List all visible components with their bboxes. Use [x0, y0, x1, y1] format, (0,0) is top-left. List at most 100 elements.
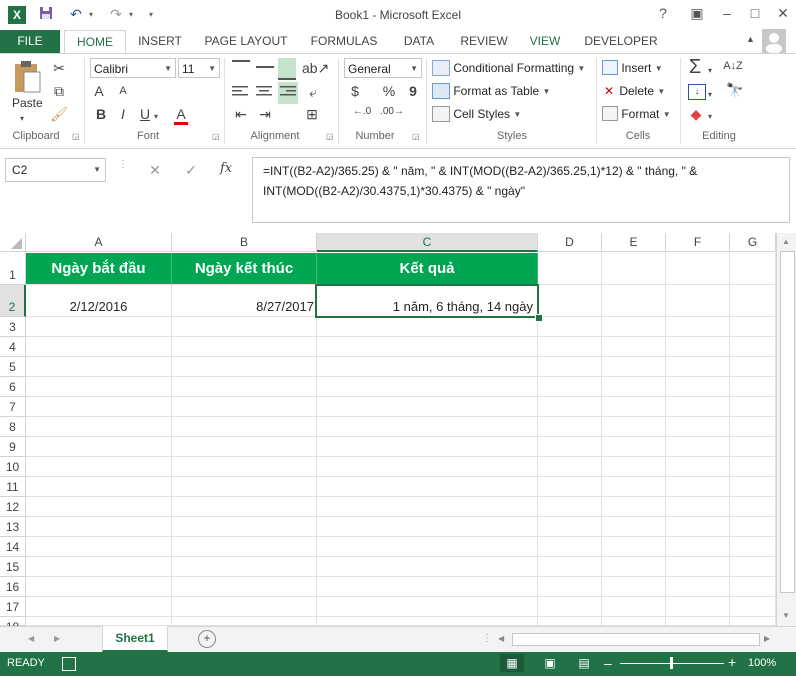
- cell-c15[interactable]: [317, 557, 538, 577]
- add-sheet-button[interactable]: +: [198, 630, 216, 648]
- paste-dropdown-icon[interactable]: ▾: [20, 114, 24, 123]
- cell-e16[interactable]: [602, 577, 666, 597]
- formula-bar-grip[interactable]: ⋮: [118, 160, 128, 178]
- cell-d3[interactable]: [538, 317, 602, 337]
- cell-c18[interactable]: [317, 617, 538, 626]
- row-header-12[interactable]: 12: [0, 497, 26, 517]
- macro-record-icon[interactable]: [62, 657, 76, 671]
- sort-filter-icon[interactable]: A↓Z: [722, 60, 744, 72]
- cell-b1[interactable]: Ngày kết thúc: [172, 253, 317, 285]
- column-header-a[interactable]: A: [26, 233, 172, 252]
- cell-e3[interactable]: [602, 317, 666, 337]
- next-sheet-icon[interactable]: ▶: [54, 634, 60, 643]
- cell-e7[interactable]: [602, 397, 666, 417]
- prev-sheet-icon[interactable]: ◀: [28, 634, 34, 643]
- cell-g7[interactable]: [730, 397, 776, 417]
- scroll-thumb[interactable]: [780, 251, 795, 593]
- cell-d16[interactable]: [538, 577, 602, 597]
- clear-dropdown-icon[interactable]: ▾: [708, 112, 712, 121]
- scroll-up-icon[interactable]: ▲: [782, 237, 790, 246]
- cell-b7[interactable]: [172, 397, 317, 417]
- cell-f13[interactable]: [666, 517, 730, 537]
- column-header-f[interactable]: F: [666, 233, 730, 252]
- cell-b8[interactable]: [172, 417, 317, 437]
- cell-d4[interactable]: [538, 337, 602, 357]
- cell-a4[interactable]: [26, 337, 172, 357]
- cell-b17[interactable]: [172, 597, 317, 617]
- cell-g2[interactable]: [730, 285, 776, 317]
- insert-function-button[interactable]: fx: [220, 161, 238, 176]
- cell-b12[interactable]: [172, 497, 317, 517]
- cell-a7[interactable]: [26, 397, 172, 417]
- cell-e5[interactable]: [602, 357, 666, 377]
- row-header-16[interactable]: 16: [0, 577, 26, 597]
- bold-button[interactable]: B: [94, 106, 108, 122]
- cell-b13[interactable]: [172, 517, 317, 537]
- merge-center-icon[interactable]: ⊞: [302, 106, 322, 123]
- currency-button[interactable]: $: [348, 83, 362, 99]
- cell-e14[interactable]: [602, 537, 666, 557]
- fill-handle[interactable]: [535, 314, 543, 322]
- cell-c11[interactable]: [317, 477, 538, 497]
- column-header-g[interactable]: G: [730, 233, 776, 252]
- cell-d18[interactable]: [538, 617, 602, 626]
- cell-g17[interactable]: [730, 597, 776, 617]
- cell-g6[interactable]: [730, 377, 776, 397]
- cell-g13[interactable]: [730, 517, 776, 537]
- format-painter-icon[interactable]: 🖌: [50, 106, 68, 123]
- cell-d10[interactable]: [538, 457, 602, 477]
- cell-b9[interactable]: [172, 437, 317, 457]
- font-size-select[interactable]: 11 ▼: [178, 58, 220, 78]
- cell-b5[interactable]: [172, 357, 317, 377]
- percent-button[interactable]: %: [382, 83, 396, 99]
- cell-e4[interactable]: [602, 337, 666, 357]
- cell-f16[interactable]: [666, 577, 730, 597]
- clear-icon[interactable]: ◆: [688, 106, 704, 123]
- cell-b15[interactable]: [172, 557, 317, 577]
- cell-g12[interactable]: [730, 497, 776, 517]
- middle-align-icon[interactable]: [256, 66, 274, 68]
- cell-d13[interactable]: [538, 517, 602, 537]
- cell-f2[interactable]: [666, 285, 730, 317]
- cell-g14[interactable]: [730, 537, 776, 557]
- alignment-launcher-icon[interactable]: ◲: [326, 132, 334, 141]
- cell-f18[interactable]: [666, 617, 730, 626]
- cell-g9[interactable]: [730, 437, 776, 457]
- row-header-1[interactable]: 1: [0, 253, 26, 285]
- row-header-5[interactable]: 5: [0, 357, 26, 377]
- normal-view-icon[interactable]: ▦: [500, 654, 524, 672]
- decrease-indent-icon[interactable]: ⇤: [232, 106, 250, 123]
- tab-formulas[interactable]: FORMULAS: [304, 30, 384, 53]
- cell-c7[interactable]: [317, 397, 538, 417]
- page-layout-view-icon[interactable]: ▣: [540, 654, 560, 672]
- zoom-slider-thumb[interactable]: [670, 657, 673, 669]
- cell-e10[interactable]: [602, 457, 666, 477]
- cell-e9[interactable]: [602, 437, 666, 457]
- fill-icon[interactable]: ↓: [688, 84, 706, 100]
- cell-a9[interactable]: [26, 437, 172, 457]
- cell-a5[interactable]: [26, 357, 172, 377]
- autosum-icon[interactable]: Σ: [686, 56, 704, 79]
- cell-f7[interactable]: [666, 397, 730, 417]
- fill-dropdown-icon[interactable]: ▾: [708, 90, 712, 99]
- paste-button[interactable]: Paste: [8, 60, 46, 116]
- select-all-button[interactable]: [0, 233, 26, 252]
- cell-d9[interactable]: [538, 437, 602, 457]
- cancel-icon[interactable]: ✕: [146, 162, 164, 179]
- cell-b6[interactable]: [172, 377, 317, 397]
- row-header-13[interactable]: 13: [0, 517, 26, 537]
- row-header-3[interactable]: 3: [0, 317, 26, 337]
- cell-g18[interactable]: [730, 617, 776, 626]
- underline-dropdown-icon[interactable]: ▾: [154, 112, 158, 121]
- cell-g11[interactable]: [730, 477, 776, 497]
- row-header-7[interactable]: 7: [0, 397, 26, 417]
- cell-c14[interactable]: [317, 537, 538, 557]
- tab-review[interactable]: REVIEW: [454, 30, 514, 53]
- cell-e11[interactable]: [602, 477, 666, 497]
- minimize-button[interactable]: –: [716, 5, 738, 25]
- font-name-select[interactable]: Calibri ▼: [90, 58, 176, 78]
- cell-e15[interactable]: [602, 557, 666, 577]
- find-select-icon[interactable]: 🔭: [724, 82, 746, 99]
- tab-home[interactable]: HOME: [64, 30, 126, 54]
- tab-file[interactable]: FILE: [0, 30, 60, 53]
